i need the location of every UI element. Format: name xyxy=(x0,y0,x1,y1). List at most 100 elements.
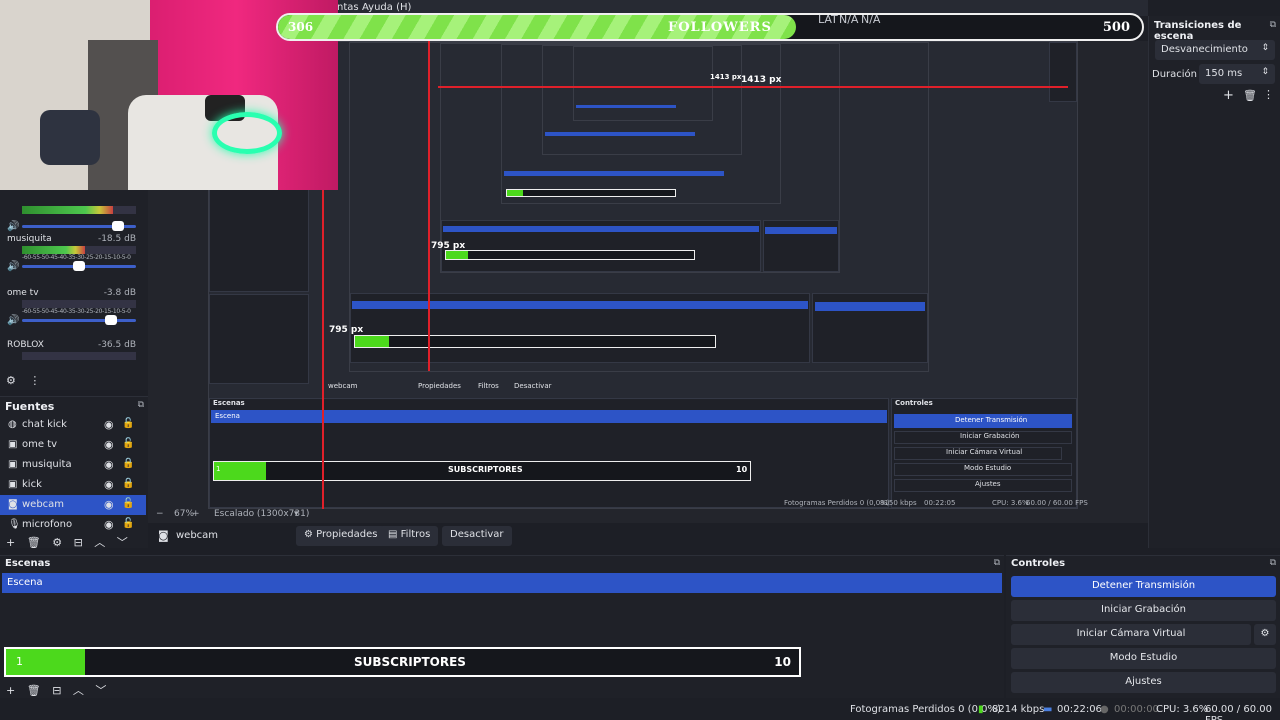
transitions-dock: Transiciones de escena ⧉ Desvanecimiento… xyxy=(1148,16,1280,548)
gear-icon[interactable]: ⚙ xyxy=(52,536,62,549)
volume-icon[interactable]: 🔊 xyxy=(7,315,19,326)
caret-down-icon[interactable]: ▾ xyxy=(294,509,299,519)
guide-line-vertical-2 xyxy=(428,41,430,371)
transition-select[interactable]: Desvanecimiento ⇕ xyxy=(1155,40,1275,60)
zoom-out-icon[interactable]: − xyxy=(156,509,164,519)
filter-icon[interactable]: ⊟ xyxy=(74,536,83,549)
menu-item-ayuda[interactable]: Ayuda (H) xyxy=(362,2,411,13)
settings-button[interactable]: Ajustes xyxy=(1011,672,1276,693)
mixer-channel: ome tv -3.8 dB -60-55-50-45-40-35-30-25-… xyxy=(0,288,140,340)
mixer-scale: -60-55-50-45-40-35-30-25-20-15-10-5-0 xyxy=(22,308,131,315)
volume-icon[interactable]: 🔊 xyxy=(7,221,19,232)
virtual-camera-gear-icon[interactable]: ⚙ xyxy=(1254,624,1276,645)
zoom-in-icon[interactable]: + xyxy=(192,509,200,519)
trash-icon[interactable]: 🗑 xyxy=(27,684,41,697)
stream-icon: ▬ xyxy=(1043,704,1053,715)
source-label: musiquita xyxy=(22,459,72,470)
volume-slider[interactable] xyxy=(22,261,136,271)
volume-slider[interactable] xyxy=(22,315,136,325)
dock-float-icon[interactable]: ⧉ xyxy=(138,400,144,410)
inner-scenes-title: Escenas xyxy=(213,399,245,407)
inner-scene-item: Escena xyxy=(215,412,240,420)
transition-select-value: Desvanecimiento xyxy=(1161,44,1248,55)
subscribers-title: SUBSCRIPTORES xyxy=(354,655,466,669)
volume-slider[interactable] xyxy=(22,221,136,231)
dock-float-icon[interactable]: ⧉ xyxy=(1270,20,1276,30)
source-label: webcam xyxy=(22,499,65,510)
eye-icon[interactable]: ◉ xyxy=(104,478,114,491)
chevron-down-icon[interactable]: ﹀ xyxy=(95,684,106,697)
start-recording-button[interactable]: Iniciar Grabación xyxy=(1011,600,1276,621)
scene-item[interactable]: Escena xyxy=(2,573,1002,593)
inner-ctrl-0: Detener Transmisión xyxy=(955,416,1028,424)
eye-icon[interactable]: ◉ xyxy=(104,438,114,451)
signal-icon: ▮ xyxy=(978,704,984,715)
studio-mode-button[interactable]: Modo Estudio xyxy=(1011,648,1276,669)
followers-current: 306 xyxy=(288,20,314,34)
latency-label: LAT xyxy=(818,13,838,26)
volume-icon[interactable]: 🔊 xyxy=(7,261,19,272)
stop-streaming-button[interactable]: Detener Transmisión xyxy=(1011,576,1276,597)
mixer-meter xyxy=(22,352,136,360)
filter-icon[interactable]: ⊟ xyxy=(52,684,61,697)
mic-icon: 🎙 xyxy=(8,519,21,530)
source-item[interactable]: ▣ kick ◉ 🔒 xyxy=(0,475,146,495)
fps-readout: 60.00 / 60.00 FPS xyxy=(1205,704,1272,720)
transitions-title: Transiciones de escena xyxy=(1154,20,1242,42)
add-icon[interactable]: + xyxy=(6,684,15,697)
mixer-channel-name: musiquita xyxy=(7,234,52,244)
duration-input[interactable]: 150 ms ⇕ xyxy=(1199,64,1275,84)
trash-icon[interactable]: 🗑 xyxy=(1243,89,1257,102)
mixer-channel-db: -18.5 dB xyxy=(97,234,136,244)
deactivate-button[interactable]: Desactivar xyxy=(442,526,512,546)
chevron-down-icon[interactable]: ﹀ xyxy=(117,536,128,549)
window-icon: ▣ xyxy=(8,439,18,450)
trash-icon[interactable]: 🗑 xyxy=(27,536,41,549)
bitrate: 8214 kbps xyxy=(992,704,1045,715)
zoom-level[interactable]: 67% xyxy=(174,509,194,519)
dock-float-icon[interactable]: ⧉ xyxy=(994,558,1000,568)
sources-dock: Fuentes ⧉ ◍ chat kick ◉ 🔓 ▣ ome tv ◉ 🔓 ▣… xyxy=(0,396,148,550)
add-icon[interactable]: + xyxy=(1223,88,1234,103)
lock-icon[interactable]: 🔓 xyxy=(122,418,134,429)
lock-icon[interactable]: 🔒 xyxy=(122,478,134,489)
mixer-channel-db: -36.5 dB xyxy=(97,340,136,350)
lock-icon[interactable]: 🔓 xyxy=(122,518,134,529)
lock-icon[interactable]: 🔒 xyxy=(122,458,134,469)
add-icon[interactable]: + xyxy=(6,536,15,549)
chevron-up-icon[interactable]: ︿ xyxy=(94,536,105,549)
source-item-selected[interactable]: ◙ webcam ◉ 🔓 xyxy=(0,495,146,515)
properties-label: Propiedades xyxy=(316,529,378,540)
lock-icon[interactable]: 🔓 xyxy=(122,438,134,449)
source-item[interactable]: ▣ musiquita ◉ 🔒 xyxy=(0,455,146,475)
px-label: 795 px xyxy=(431,241,466,251)
camera-icon: ◙ xyxy=(8,499,18,510)
dock-float-icon[interactable]: ⧉ xyxy=(1270,558,1276,568)
source-item[interactable]: 🎙 microfono ◉ 🔓 xyxy=(0,515,146,535)
eye-icon[interactable]: ◉ xyxy=(104,418,114,431)
start-virtual-camera-button[interactable]: Iniciar Cámara Virtual xyxy=(1011,624,1251,645)
source-item[interactable]: ▣ ome tv ◉ 🔓 xyxy=(0,435,146,455)
kebab-menu-icon[interactable]: ⋮ xyxy=(1263,88,1274,101)
followers-goal: 500 xyxy=(1102,20,1130,35)
eye-icon[interactable]: ◉ xyxy=(104,458,114,471)
scenes-toolbar: + 🗑 ⊟ ︿ ﹀ xyxy=(6,682,114,698)
inner-ctrl-3: Modo Estudio xyxy=(964,464,1012,472)
menu-item-herramientas[interactable]: ntas xyxy=(337,2,359,13)
properties-button[interactable]: ⚙ Propiedades xyxy=(296,526,386,546)
sources-title: Fuentes xyxy=(5,400,55,413)
eye-icon[interactable]: ◉ xyxy=(104,518,114,531)
source-label: ome tv xyxy=(22,439,58,450)
lock-icon[interactable]: 🔓 xyxy=(122,498,134,509)
sources-toolbar: + 🗑 ⚙ ⊟ ︿ ﹀ xyxy=(6,534,136,550)
source-item[interactable]: ◍ chat kick ◉ 🔓 xyxy=(0,415,146,435)
inner-sub-title: SUBSCRIPTORES xyxy=(448,465,523,474)
mixer-settings-icon[interactable]: ⚙ xyxy=(6,374,16,387)
record-icon: ● xyxy=(1100,704,1109,715)
eye-icon[interactable]: ◉ xyxy=(104,498,114,511)
filters-button[interactable]: ▤ Filtros xyxy=(380,526,439,546)
kebab-menu-icon[interactable]: ⋮ xyxy=(29,374,40,387)
filters-label: Filtros xyxy=(400,529,431,540)
duration-value: 150 ms xyxy=(1205,68,1243,79)
chevron-up-icon[interactable]: ︿ xyxy=(73,684,84,697)
